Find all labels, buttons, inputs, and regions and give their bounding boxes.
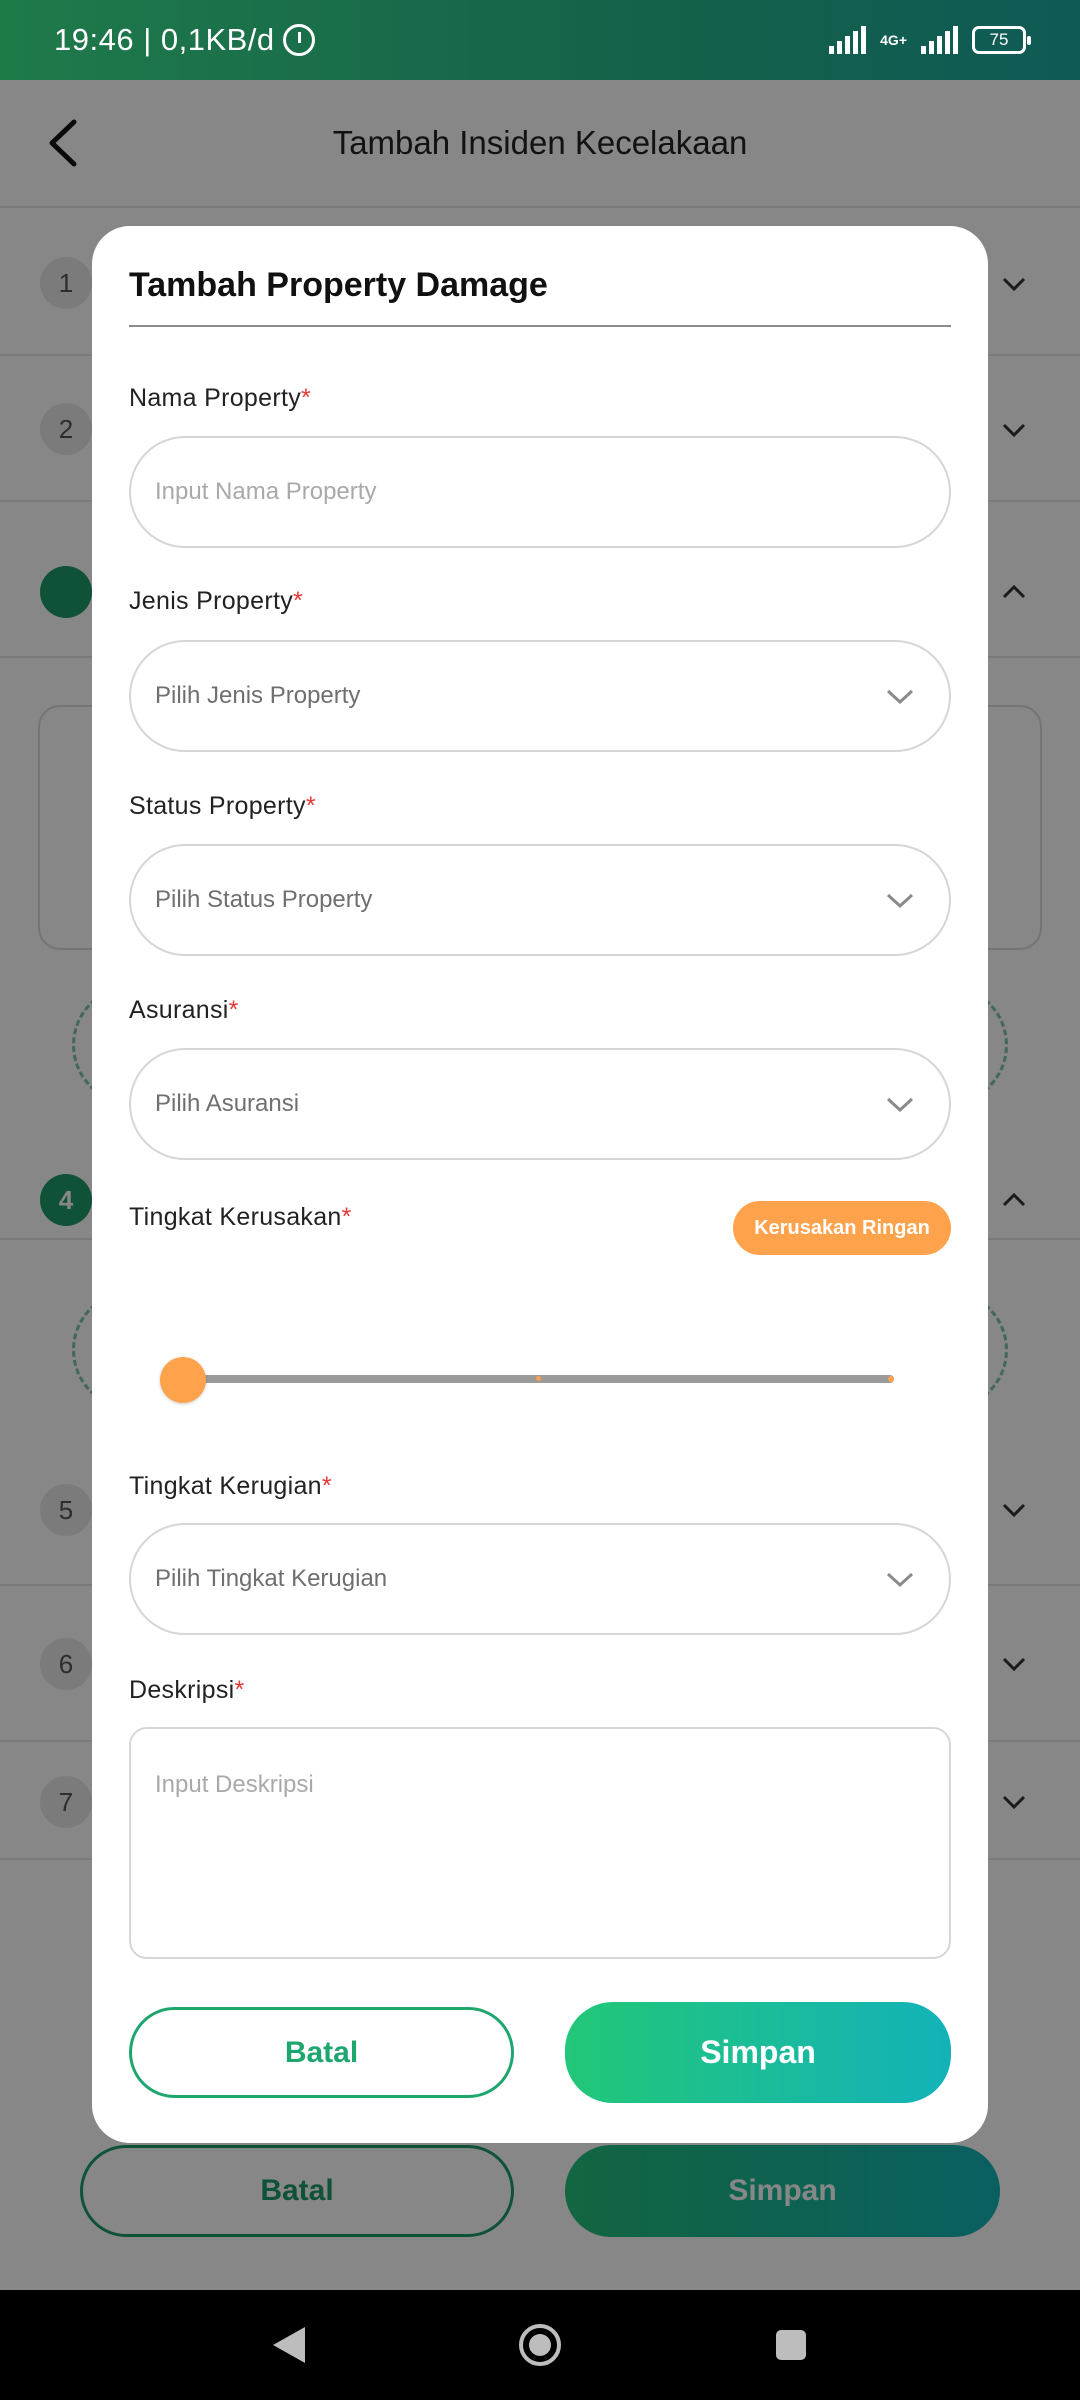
slider-step-dot bbox=[536, 1376, 541, 1381]
tingkat-kerugian-select[interactable]: Pilih Tingkat Kerugian bbox=[129, 1523, 951, 1635]
signal-icon-2 bbox=[921, 26, 958, 54]
tingkat-kerugian-label: Tingkat Kerugian* bbox=[129, 1472, 332, 1500]
alarm-icon bbox=[282, 24, 315, 56]
asuransi-label: Asuransi* bbox=[129, 996, 239, 1024]
nama-property-input[interactable]: Input Nama Property bbox=[129, 436, 951, 548]
chevron-down-icon bbox=[886, 689, 914, 705]
tingkat-kerusakan-label: Tingkat Kerusakan* bbox=[129, 1203, 352, 1231]
title-divider bbox=[129, 325, 951, 327]
network-type: 4G+ bbox=[880, 32, 907, 48]
deskripsi-label: Deskripsi* bbox=[129, 1676, 245, 1704]
battery-icon: 75 bbox=[972, 26, 1031, 54]
chevron-down-icon bbox=[886, 1097, 914, 1113]
property-damage-dialog: Tambah Property Damage Nama Property* In… bbox=[92, 226, 988, 2143]
nav-back-icon[interactable] bbox=[271, 2325, 307, 2365]
status-bar: 19:46 | 0,1KB/d 4G+ 75 bbox=[0, 0, 1080, 80]
status-property-label: Status Property* bbox=[129, 792, 316, 820]
chevron-down-icon bbox=[886, 893, 914, 909]
save-button[interactable]: Simpan bbox=[565, 2002, 951, 2103]
system-nav-bar bbox=[0, 2290, 1080, 2400]
nav-recents-icon[interactable] bbox=[773, 2327, 809, 2363]
damage-level-badge: Kerusakan Ringan bbox=[733, 1201, 951, 1255]
status-time: 19:46 | 0,1KB/d bbox=[54, 22, 275, 57]
deskripsi-textarea[interactable]: Input Deskripsi bbox=[129, 1727, 951, 1959]
asuransi-select[interactable]: Pilih Asuransi bbox=[129, 1048, 951, 1160]
jenis-property-label: Jenis Property* bbox=[129, 587, 304, 615]
signal-icon bbox=[829, 26, 867, 54]
nav-home-icon[interactable] bbox=[517, 2322, 563, 2368]
status-property-select[interactable]: Pilih Status Property bbox=[129, 844, 951, 956]
dialog-title: Tambah Property Damage bbox=[129, 266, 548, 304]
cancel-button[interactable]: Batal bbox=[129, 2007, 514, 2098]
nama-property-label: Nama Property* bbox=[129, 384, 312, 412]
jenis-property-select[interactable]: Pilih Jenis Property bbox=[129, 640, 951, 752]
slider-thumb[interactable] bbox=[160, 1357, 206, 1403]
chevron-down-icon bbox=[886, 1572, 914, 1588]
slider-step-dot bbox=[888, 1376, 894, 1382]
